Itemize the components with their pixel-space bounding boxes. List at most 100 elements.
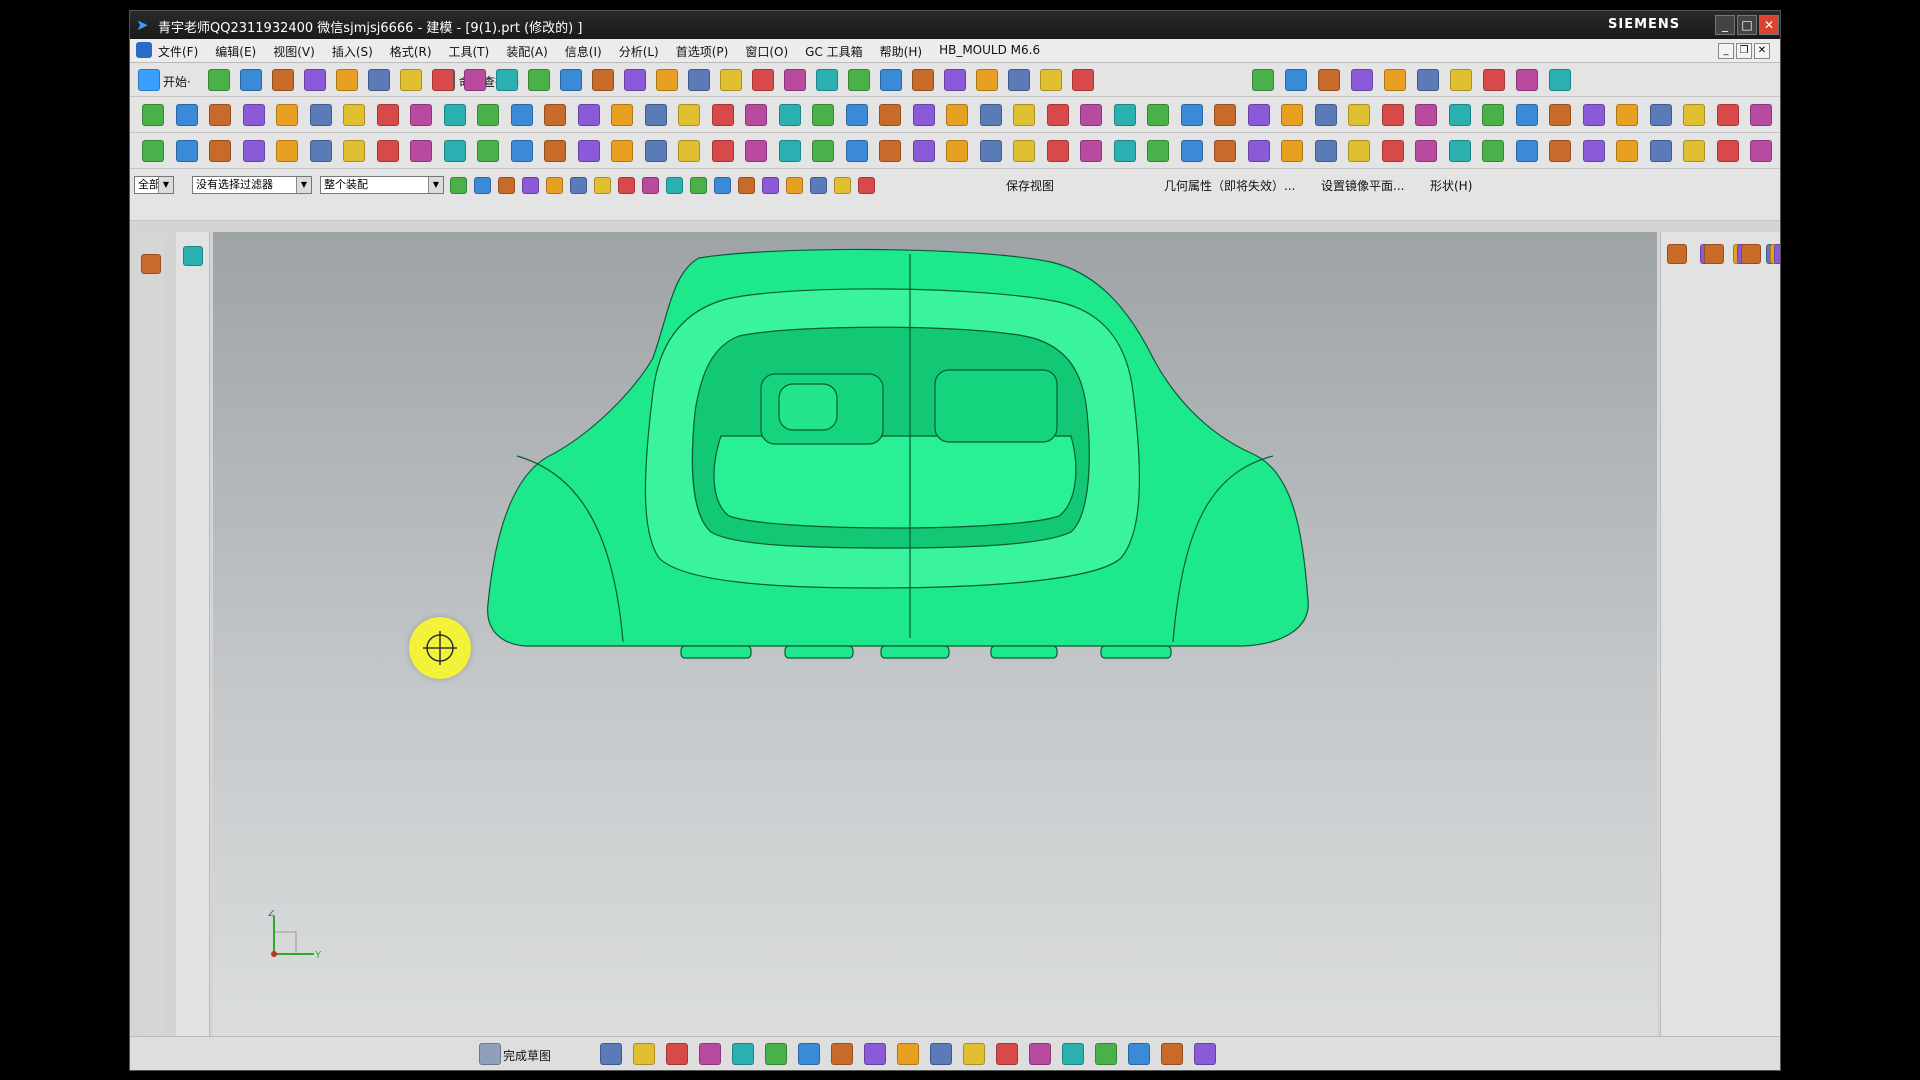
tb2-tool-icon[interactable] bbox=[1314, 104, 1337, 126]
bottomtb-tool-icon[interactable] bbox=[1128, 1043, 1150, 1065]
menu-format[interactable]: 格式(R) bbox=[390, 43, 432, 60]
menu-information[interactable]: 信息(I) bbox=[565, 43, 602, 60]
tb2-tool-icon[interactable] bbox=[678, 104, 700, 126]
tb2-tool-icon[interactable] bbox=[343, 104, 365, 126]
tb1-tool-icon[interactable] bbox=[1008, 69, 1030, 91]
tb3-tool-icon[interactable] bbox=[1683, 140, 1705, 162]
tb2-tool-icon[interactable] bbox=[611, 104, 633, 126]
tb3-tool-icon[interactable] bbox=[1013, 140, 1035, 162]
tb2-tool-icon[interactable] bbox=[1415, 104, 1437, 126]
bottomtb-tool-icon[interactable] bbox=[1194, 1043, 1216, 1065]
tb4-tool-icon[interactable] bbox=[570, 177, 587, 194]
tb1-tool-icon[interactable] bbox=[272, 69, 294, 91]
tb1-tool-icon[interactable] bbox=[688, 69, 710, 91]
menu-preferences[interactable]: 首选项(P) bbox=[676, 43, 729, 60]
menu-assembly[interactable]: 装配(A) bbox=[506, 43, 548, 60]
tb1-tool-icon[interactable] bbox=[1252, 69, 1274, 91]
tb4-tool-icon[interactable] bbox=[858, 177, 875, 194]
tb2-tool-icon[interactable] bbox=[1582, 104, 1605, 126]
menu-window[interactable]: 窗口(O) bbox=[745, 43, 788, 60]
bottomtb-tool-icon[interactable] bbox=[600, 1043, 622, 1065]
tb3-tool-icon[interactable] bbox=[1080, 140, 1102, 162]
tb2-tool-icon[interactable] bbox=[1649, 104, 1672, 126]
tb2-tool-icon[interactable] bbox=[812, 104, 834, 126]
tb2-tool-icon[interactable] bbox=[510, 104, 533, 126]
doc-close-button[interactable]: ✕ bbox=[1754, 43, 1770, 59]
minimize-button[interactable]: _ bbox=[1715, 15, 1735, 35]
tb1-tool-icon[interactable] bbox=[720, 69, 742, 91]
tb2-tool-icon[interactable] bbox=[979, 104, 1002, 126]
tb1-tool-icon[interactable] bbox=[880, 69, 902, 91]
tb3-tool-icon[interactable] bbox=[778, 140, 801, 162]
tb3-tool-icon[interactable] bbox=[1314, 140, 1337, 162]
maximize-button[interactable]: □ bbox=[1737, 15, 1757, 35]
tb1-tool-icon[interactable] bbox=[1072, 69, 1094, 91]
tb3-tool-icon[interactable] bbox=[1180, 140, 1203, 162]
tb1-tool-icon[interactable] bbox=[816, 69, 838, 91]
menu-help[interactable]: 帮助(H) bbox=[880, 43, 922, 60]
tb3-tool-icon[interactable] bbox=[845, 140, 868, 162]
menu-edit[interactable]: 编辑(E) bbox=[215, 43, 256, 60]
tb3-tool-icon[interactable] bbox=[443, 140, 466, 162]
tb1-tool-icon[interactable] bbox=[976, 69, 998, 91]
tb1-tool-icon[interactable] bbox=[848, 69, 870, 91]
tb1-tool-icon[interactable] bbox=[560, 69, 582, 91]
tb1-tool-icon[interactable] bbox=[1483, 69, 1505, 91]
tb3-tool-icon[interactable] bbox=[711, 140, 734, 162]
selection-filter-select[interactable]: 没有选择过滤器 ▼ bbox=[192, 176, 312, 194]
tb1-tool-icon[interactable] bbox=[432, 69, 454, 91]
tb3-tool-icon[interactable] bbox=[979, 140, 1002, 162]
tb2-tool-icon[interactable] bbox=[544, 104, 566, 126]
tb3-tool-icon[interactable] bbox=[879, 140, 901, 162]
tb1-tool-icon[interactable] bbox=[1417, 69, 1439, 91]
tb3-tool-icon[interactable] bbox=[812, 140, 834, 162]
tb1-tool-icon[interactable] bbox=[944, 69, 966, 91]
save-view-button[interactable]: 保存视图 bbox=[1006, 177, 1054, 194]
bottomtb-tool-icon[interactable] bbox=[963, 1043, 985, 1065]
doc-minimize-button[interactable]: _ bbox=[1718, 43, 1734, 59]
tb3-tool-icon[interactable] bbox=[1716, 140, 1739, 162]
tb1-tool-icon[interactable] bbox=[624, 69, 646, 91]
bottomtb-tool-icon[interactable] bbox=[1029, 1043, 1051, 1065]
tb3-tool-icon[interactable] bbox=[175, 140, 198, 162]
tb2-tool-icon[interactable] bbox=[1683, 104, 1705, 126]
scope-select[interactable]: 整个装配 ▼ bbox=[320, 176, 444, 194]
tb4-tool-icon[interactable] bbox=[834, 177, 851, 194]
tb3-tool-icon[interactable] bbox=[1649, 140, 1672, 162]
righttb-tool-icon[interactable] bbox=[1774, 244, 1780, 264]
finish-sketch-button[interactable]: 完成草图 bbox=[503, 1047, 551, 1064]
bottomtb-tool-icon[interactable] bbox=[633, 1043, 655, 1065]
tb1-tool-icon[interactable] bbox=[464, 69, 486, 91]
menu-gc-toolbox[interactable]: GC 工具箱 bbox=[805, 43, 863, 60]
tb4-tool-icon[interactable] bbox=[450, 177, 467, 194]
tb3-tool-icon[interactable] bbox=[242, 140, 265, 162]
tb2-tool-icon[interactable] bbox=[1214, 104, 1236, 126]
tb3-tool-icon[interactable] bbox=[577, 140, 600, 162]
tb3-tool-icon[interactable] bbox=[1348, 140, 1370, 162]
tb1-tool-icon[interactable] bbox=[1040, 69, 1062, 91]
tb1-tool-icon[interactable] bbox=[1285, 69, 1307, 91]
tb4-tool-icon[interactable] bbox=[666, 177, 683, 194]
righttb-tool-icon[interactable] bbox=[1704, 244, 1724, 264]
tb2-tool-icon[interactable] bbox=[209, 104, 231, 126]
tb1-tool-icon[interactable] bbox=[1549, 69, 1571, 91]
tb1-tool-icon[interactable] bbox=[592, 69, 614, 91]
tb4-tool-icon[interactable] bbox=[594, 177, 611, 194]
bottomtb-tool-icon[interactable] bbox=[1161, 1043, 1183, 1065]
tb2-tool-icon[interactable] bbox=[1046, 104, 1069, 126]
tb4-tool-icon[interactable] bbox=[714, 177, 731, 194]
tb1-tool-icon[interactable] bbox=[336, 69, 358, 91]
tb3-tool-icon[interactable] bbox=[209, 140, 231, 162]
tb1-tool-icon[interactable] bbox=[400, 69, 422, 91]
shape-menu-button[interactable]: 形状(H) bbox=[1430, 177, 1472, 194]
tb3-tool-icon[interactable] bbox=[1582, 140, 1605, 162]
bottomtb-tool-icon[interactable] bbox=[699, 1043, 721, 1065]
type-filter-select[interactable]: 全部 ▼ bbox=[134, 176, 174, 194]
tb2-tool-icon[interactable] bbox=[711, 104, 734, 126]
tb2-tool-icon[interactable] bbox=[1080, 104, 1102, 126]
tb1-tool-icon[interactable] bbox=[912, 69, 934, 91]
bottomtb-tool-icon[interactable] bbox=[1095, 1043, 1117, 1065]
bottomtb-tool-icon[interactable] bbox=[666, 1043, 688, 1065]
menu-tools[interactable]: 工具(T) bbox=[449, 43, 490, 60]
tb1-tool-icon[interactable] bbox=[304, 69, 326, 91]
